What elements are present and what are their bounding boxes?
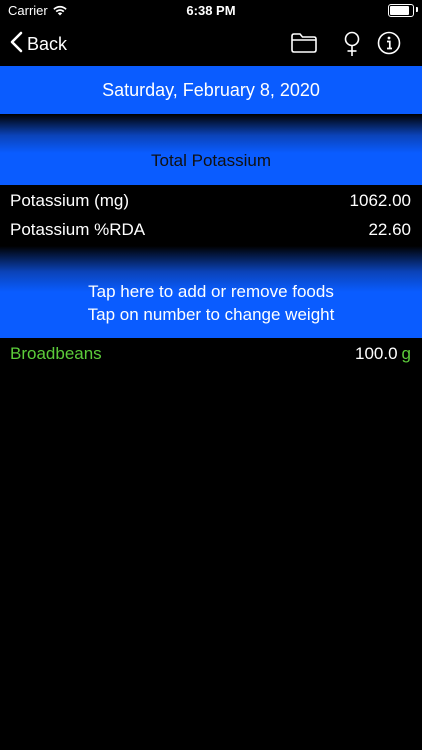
food-weight-value: 100.0 bbox=[354, 344, 398, 363]
navigation-bar: Back bbox=[0, 22, 422, 66]
instruction-line-1: Tap here to add or remove foods bbox=[88, 282, 334, 301]
status-bar: Carrier 6:38 PM bbox=[0, 0, 422, 22]
battery-icon bbox=[388, 4, 414, 17]
status-time: 6:38 PM bbox=[186, 3, 236, 18]
battery-level bbox=[390, 6, 409, 15]
female-icon[interactable] bbox=[340, 30, 364, 63]
food-name[interactable]: Broadbeans bbox=[10, 344, 102, 364]
back-button[interactable]: Back bbox=[10, 31, 67, 58]
nutrient-value: 22.60 bbox=[368, 220, 411, 239]
nutrient-row-potassium-rda: Potassium %RDA 22.60 bbox=[0, 215, 422, 245]
battery-tip bbox=[416, 7, 418, 12]
info-icon[interactable] bbox=[377, 31, 401, 60]
chevron-left-icon bbox=[10, 31, 23, 58]
date-label: Saturday, February 8, 2020 bbox=[102, 79, 320, 100]
add-remove-foods-button[interactable]: Tap here to add or remove foods Tap on n… bbox=[0, 246, 422, 338]
food-weight-unit: g bbox=[401, 344, 411, 363]
total-header: Total Potassium bbox=[0, 114, 422, 185]
back-label: Back bbox=[27, 34, 68, 54]
folder-icon[interactable] bbox=[290, 32, 318, 59]
total-title: Total Potassium bbox=[151, 151, 271, 170]
nutrient-row-potassium-mg: Potassium (mg) 1062.00 bbox=[0, 186, 422, 216]
nutrient-name: Potassium %RDA bbox=[10, 220, 146, 239]
date-header[interactable]: Saturday, February 8, 2020 bbox=[0, 66, 422, 114]
food-weight[interactable]: 100.0 g bbox=[355, 344, 411, 364]
nutrient-name: Potassium (mg) bbox=[10, 191, 130, 210]
instruction-line-2: Tap on number to change weight bbox=[87, 305, 335, 324]
nutrient-value: 1062.00 bbox=[349, 191, 411, 210]
food-row: Broadbeans 100.0 g bbox=[0, 340, 422, 368]
